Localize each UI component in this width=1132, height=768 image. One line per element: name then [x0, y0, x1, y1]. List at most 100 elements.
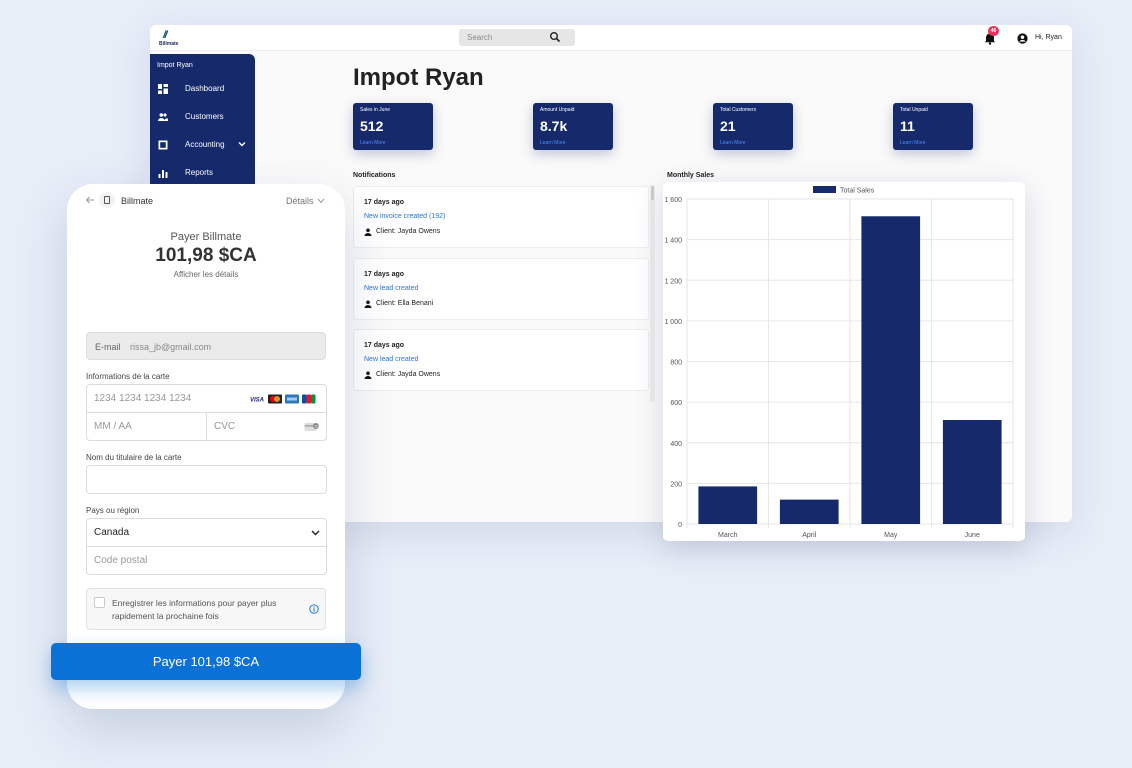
- holder-label: Nom du titulaire de la carte: [86, 453, 182, 462]
- sidebar-item-label: Accounting: [185, 140, 225, 149]
- bar-chart-icon: [158, 170, 168, 178]
- notification-item[interactable]: 17 days ago New lead created Client: Jay…: [353, 329, 649, 391]
- sidebar-item-label: Reports: [185, 168, 214, 177]
- x-tick-label: June: [965, 532, 980, 539]
- email-label: E-mail: [95, 342, 121, 352]
- notification-title-link[interactable]: New lead created: [364, 285, 418, 292]
- info-icon[interactable]: [309, 604, 319, 614]
- save-info-option[interactable]: Enregistrer les informations pour payer …: [86, 588, 326, 630]
- y-tick-label: 200: [670, 481, 682, 488]
- pay-to-label: Payer Billmate: [170, 231, 242, 243]
- stat-card-total-unpaid: Total Unpaid 11 Learn More: [893, 103, 973, 150]
- person-icon: [364, 371, 372, 379]
- card-learn-more-link[interactable]: Learn More: [360, 140, 386, 146]
- email-field[interactable]: E-mail rissa_jb@gmail.com: [86, 332, 326, 360]
- notification-title-link[interactable]: New lead created: [364, 356, 418, 363]
- card-info-label: Informations de la carte: [86, 372, 170, 381]
- svg-text:123: 123: [314, 424, 319, 428]
- user-greeting[interactable]: Hi, Ryan: [1035, 34, 1062, 41]
- country-label: Pays ou région: [86, 506, 140, 515]
- legend-swatch: [813, 186, 836, 193]
- sidebar-title: Impot Ryan: [157, 62, 193, 69]
- sidebar-item-label: Customers: [185, 112, 224, 121]
- y-tick-label: 1 000: [664, 319, 682, 326]
- card-number-placeholder: 1234 1234 1234 1234: [94, 393, 192, 404]
- sidebar-item-label: Dashboard: [185, 84, 225, 93]
- chart-svg: 0 200 400 600 800 1 000 1 200 1 400 1 600 March Ap…: [664, 186, 1014, 539]
- back-arrow-icon[interactable]: [85, 195, 95, 205]
- stat-card-amount-unpaid: Amount Unpaid 8.7k Learn More: [533, 103, 613, 150]
- monthly-sales-chart: 0 200 400 600 800 1 000 1 200 1 400 1 600 March Ap…: [663, 182, 1025, 541]
- cvc-card-icon: 123: [304, 423, 319, 431]
- stat-card-total-customers: Total Customers 21 Learn More: [713, 103, 793, 150]
- card-learn-more-link[interactable]: Learn More: [720, 140, 746, 146]
- details-toggle[interactable]: Détails: [286, 196, 314, 206]
- dashboard-icon: [158, 84, 168, 94]
- cvc-input[interactable]: CVC 123: [206, 412, 327, 441]
- country-select[interactable]: Canada: [86, 518, 327, 547]
- cardholder-name-input[interactable]: [86, 465, 327, 494]
- card-label: Total Unpaid: [900, 107, 928, 113]
- card-value: 8.7k: [540, 118, 568, 134]
- postal-placeholder: Code postal: [94, 555, 148, 566]
- notification-time: 17 days ago: [364, 199, 405, 206]
- billmate-logo[interactable]: /// Billmate: [159, 30, 189, 48]
- y-tick-label: 400: [670, 441, 682, 448]
- monthly-sales-heading: Monthly Sales: [667, 172, 715, 179]
- notifications-heading: Notifications: [353, 172, 396, 179]
- svg-text:VISA: VISA: [250, 398, 264, 404]
- sidebar-item-dashboard[interactable]: Dashboard: [150, 79, 255, 99]
- chevron-down-icon: [311, 530, 320, 536]
- notification-title-link[interactable]: New invoice created (192): [364, 213, 445, 220]
- people-icon: [158, 113, 168, 121]
- stat-card-sales: Sales in June 512 Learn More: [353, 103, 433, 150]
- notification-item[interactable]: 17 days ago New lead created Client: Ell…: [353, 258, 649, 320]
- notifications-scrollbar[interactable]: [650, 185, 655, 402]
- sidebar-item-reports[interactable]: Reports: [150, 163, 255, 183]
- scrollbar-thumb[interactable]: [651, 186, 654, 200]
- chevron-down-icon[interactable]: [317, 198, 325, 204]
- sidebar-item-customers[interactable]: Customers: [150, 107, 255, 127]
- x-tick-label: April: [802, 532, 816, 539]
- y-tick-label: 1 200: [664, 278, 682, 285]
- notification-client: Client: Ella Benani: [376, 300, 434, 307]
- bar-march: [698, 486, 758, 524]
- search-icon[interactable]: [549, 31, 561, 43]
- save-info-text: Enregistrer les informations pour payer …: [112, 598, 277, 621]
- notification-item[interactable]: 17 days ago New invoice created (192) Cl…: [353, 186, 649, 248]
- sidebar-item-accounting[interactable]: Accounting: [150, 135, 255, 155]
- postal-code-input[interactable]: Code postal: [86, 546, 327, 575]
- notification-time: 17 days ago: [364, 342, 405, 349]
- pay-button[interactable]: Payer 101,98 $CA: [51, 643, 361, 680]
- person-icon: [364, 228, 372, 236]
- y-tick-label: 800: [670, 360, 682, 367]
- logo-text: Billmate: [159, 41, 179, 47]
- y-tick-label: 0: [678, 522, 682, 529]
- search-input[interactable]: Search: [459, 29, 575, 46]
- top-bar: /// Billmate Search 46 Hi, Ryan: [150, 25, 1072, 51]
- email-value: rissa_jb@gmail.com: [130, 342, 212, 352]
- show-details-link[interactable]: Afficher les détails: [67, 270, 345, 279]
- card-label: Sales in June: [360, 107, 391, 113]
- merchant-icon: [99, 192, 115, 208]
- chevron-down-icon[interactable]: [238, 140, 246, 148]
- save-info-checkbox[interactable]: [94, 597, 105, 608]
- expiry-input[interactable]: MM / AA: [86, 412, 207, 441]
- card-learn-more-link[interactable]: Learn More: [540, 140, 566, 146]
- card-value: 512: [360, 118, 384, 134]
- card-number-input[interactable]: 1234 1234 1234 1234 VISA: [86, 384, 327, 413]
- logo-mark-icon: ///: [163, 30, 168, 41]
- search-placeholder: Search: [467, 33, 493, 42]
- country-value: Canada: [94, 527, 130, 538]
- card-value: 21: [720, 118, 736, 134]
- y-tick-label: 1 600: [664, 197, 682, 204]
- payment-sheet: Billmate Détails Payer Billmate 101,98 $…: [67, 184, 345, 709]
- bar-june: [942, 420, 1002, 524]
- bar-april: [779, 499, 839, 524]
- page-title: Impot Ryan: [353, 64, 484, 91]
- card-learn-more-link[interactable]: Learn More: [900, 140, 926, 146]
- notification-client: Client: Jayda Owens: [376, 228, 441, 235]
- card-brands-icon: VISA: [250, 394, 316, 404]
- expiry-placeholder: MM / AA: [94, 421, 132, 432]
- account-icon[interactable]: [1017, 33, 1028, 44]
